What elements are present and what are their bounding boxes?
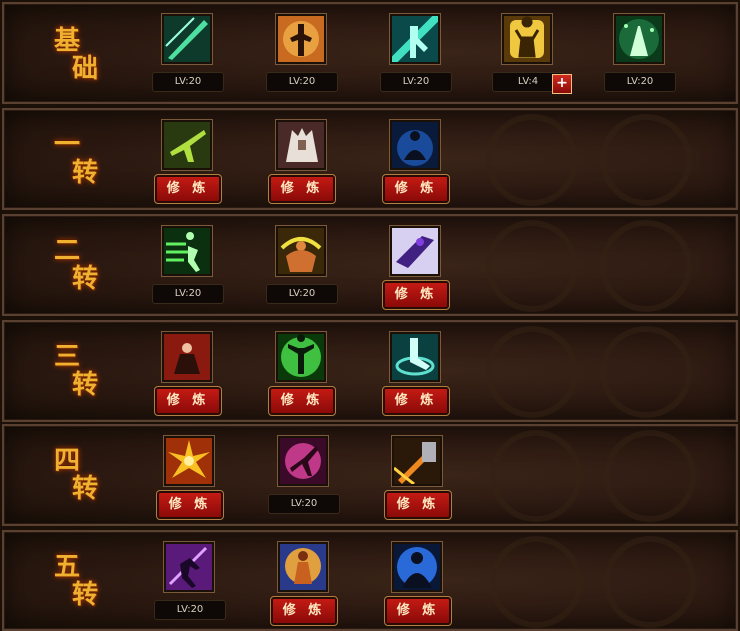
add-point-button[interactable]: +: [552, 74, 572, 94]
skill-level-label: LV:20: [268, 494, 340, 514]
green-dash-icon[interactable]: [161, 225, 213, 277]
train-button[interactable]: 修 炼: [268, 386, 336, 416]
row-title: 三 转: [54, 342, 99, 400]
train-button[interactable]: 修 炼: [154, 174, 222, 204]
train-button[interactable]: 修 炼: [384, 490, 452, 520]
skill-tree-panel: 基 础 LV:20 LV:20 LV:20 LV:4 + LV:20 一 转 修…: [0, 0, 740, 631]
skill-row-second-advance: 二 转 LV:20 LV:20 修 炼: [2, 214, 738, 316]
white-warrior-icon[interactable]: [275, 119, 327, 171]
seated-master-icon[interactable]: [161, 331, 213, 383]
empty-slot-ring: [604, 430, 696, 522]
skill-row-third-advance: 三 转 修 炼 修 炼 修 炼: [2, 320, 738, 422]
empty-slot-ring: [486, 326, 578, 418]
green-aura-icon[interactable]: [275, 331, 327, 383]
muscle-power-icon[interactable]: [275, 225, 327, 277]
empty-slot-ring: [490, 536, 582, 628]
fire-sword-icon[interactable]: [391, 435, 443, 487]
skill-row-first-advance: 一 转 修 炼 修 炼 修 炼: [2, 108, 738, 210]
train-button[interactable]: 修 炼: [270, 596, 338, 626]
green-fighter-icon[interactable]: [389, 13, 441, 65]
row-title: 五 转: [54, 552, 99, 610]
skill-level-label: LV:20: [266, 284, 338, 304]
whirlwind-kick-icon[interactable]: [389, 331, 441, 383]
empty-slot-ring: [486, 220, 578, 312]
empty-slot-ring: [490, 430, 582, 522]
train-button[interactable]: 修 炼: [382, 174, 450, 204]
skill-row-basic: 基 础 LV:20 LV:20 LV:20 LV:4 + LV:20: [2, 2, 738, 104]
skill-row-fifth-advance: 五 转 LV:20 修 炼 修 炼: [2, 530, 738, 631]
pink-flying-kick-icon[interactable]: [277, 435, 329, 487]
row-title: 二 转: [54, 236, 99, 294]
empty-slot-ring: [600, 326, 692, 418]
fire-explosion-icon[interactable]: [163, 435, 215, 487]
golden-deity-icon[interactable]: [277, 541, 329, 593]
praying-hands-icon[interactable]: [613, 13, 665, 65]
skill-level-label: LV:20: [604, 72, 676, 92]
skill-level-label: LV:20: [152, 284, 224, 304]
empty-slot-ring: [604, 536, 696, 628]
purple-lunge-icon[interactable]: [163, 541, 215, 593]
row-title: 四 转: [54, 446, 99, 504]
empty-slot-ring: [600, 220, 692, 312]
row-title: 一 转: [54, 130, 99, 188]
train-button[interactable]: 修 炼: [156, 490, 224, 520]
green-slash-icon[interactable]: [161, 13, 213, 65]
skill-row-fourth-advance: 四 转 修 炼 LV:20 修 炼: [2, 424, 738, 526]
warrior-silhouette-icon[interactable]: [275, 13, 327, 65]
blue-shadow-icon[interactable]: [391, 541, 443, 593]
train-button[interactable]: 修 炼: [382, 280, 450, 310]
train-button[interactable]: 修 炼: [268, 174, 336, 204]
skill-level-label: LV:20: [154, 600, 226, 620]
skill-level-label: LV:20: [380, 72, 452, 92]
green-kick-icon[interactable]: [161, 119, 213, 171]
train-button[interactable]: 修 炼: [154, 386, 222, 416]
meditating-monk-icon[interactable]: [389, 119, 441, 171]
skill-level-label: LV:20: [152, 72, 224, 92]
skill-level-label: LV:20: [266, 72, 338, 92]
train-button[interactable]: 修 炼: [384, 596, 452, 626]
empty-slot-ring: [600, 114, 692, 206]
row-title: 基 础: [54, 26, 99, 84]
empty-slot-ring: [486, 114, 578, 206]
purple-strike-icon[interactable]: [389, 225, 441, 277]
train-button[interactable]: 修 炼: [382, 386, 450, 416]
golden-monk-icon[interactable]: [501, 13, 553, 65]
